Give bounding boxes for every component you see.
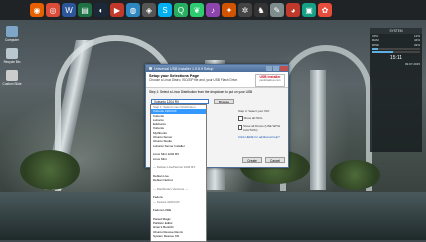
step1-label: Step 1: Select a Linux Distribution from…: [149, 90, 253, 94]
browse-button[interactable]: Browse: [214, 99, 234, 104]
desktop-icon[interactable]: Recycle Bin: [1, 48, 23, 64]
app-icon: [149, 67, 152, 70]
tools-icon[interactable]: ✎: [270, 3, 284, 17]
distro-dropdown-list[interactable]: Step 1: Select Linux Distribution Xubuntu…: [150, 104, 207, 242]
desktop-icon[interactable]: Computer: [1, 26, 23, 42]
desktop-icon-label: Computer: [5, 38, 19, 42]
steam-icon[interactable]: ◐: [94, 3, 108, 17]
app-icon[interactable]: ◈: [142, 3, 156, 17]
cb1-label: Show all ISOs: [243, 116, 263, 121]
show-all-drives-checkbox[interactable]: Show all Drives (USE WITH CAUTION): [238, 124, 284, 132]
window-titlebar[interactable]: Universal USB Installer 1.9.5.9 Setup: [146, 65, 288, 72]
desktop-icon-label: Custom Slide: [2, 82, 22, 86]
skype-icon[interactable]: S: [158, 3, 172, 17]
desktop-icon[interactable]: Custom Slide: [1, 70, 23, 86]
word-icon[interactable]: W: [62, 3, 76, 17]
cancel-button[interactable]: Cancel: [265, 157, 285, 163]
usb-installer-logo: USB Installer pendrivelinux.com: [255, 74, 285, 87]
quick-icon[interactable]: Q: [174, 3, 188, 17]
chrome-icon[interactable]: ◎: [46, 3, 60, 17]
create-button[interactable]: Create: [242, 157, 262, 163]
distro-list-item[interactable]: System Rescue CD: [151, 234, 206, 238]
window-header: Setup your Selections Page Choose a Linu…: [146, 72, 288, 88]
gadget-row-label: DISK: [372, 42, 380, 47]
desktop-icon-glyph: [6, 26, 18, 37]
ram-bar: [372, 51, 420, 54]
window-title: Universal USB Installer 1.9.5.9 Setup: [154, 66, 214, 71]
options-panel: Step 2: Select your ISO Show all ISOs Sh…: [238, 109, 284, 132]
minimize-button[interactable]: [266, 66, 272, 71]
paint-icon[interactable]: ✿: [318, 3, 332, 17]
logo-subtext: pendrivelinux.com: [259, 79, 281, 82]
taskbar: ◉ ◎ W ▤ ◐ ▶ ◍ ◈ S Q ❦ ♪ ✦ ✲ ♞ ✎ ◕ ▣ ✿: [0, 0, 426, 20]
media-icon[interactable]: ▶: [110, 3, 124, 17]
music-icon[interactable]: ♪: [206, 3, 220, 17]
apps-icon[interactable]: ✦: [222, 3, 236, 17]
help-link[interactable]: Click HERE for additional help?: [238, 135, 280, 139]
gadget-date: 09.07.2015: [404, 62, 420, 67]
linux-icon[interactable]: ♞: [254, 3, 268, 17]
desktop-icon-glyph: [6, 70, 18, 81]
cb2-label: Show all Drives (USE WITH CAUTION): [242, 123, 281, 132]
browser-icon[interactable]: ◕: [286, 3, 300, 17]
photo-icon[interactable]: ▣: [302, 3, 316, 17]
show-all-isos-checkbox[interactable]: Show all ISOs: [238, 116, 284, 121]
close-button[interactable]: [280, 66, 288, 71]
desktop-icon-glyph: [6, 48, 18, 59]
settings-icon[interactable]: ✲: [238, 3, 252, 17]
gadget-row: DISK 32%: [370, 43, 422, 47]
maximize-button[interactable]: [273, 66, 279, 71]
gadget-row-value: 32%: [413, 42, 420, 47]
firefox-icon[interactable]: ◉: [30, 3, 44, 17]
step2-label: Step 2: Select your ISO: [238, 109, 270, 113]
globe-icon[interactable]: ◍: [126, 3, 140, 17]
gadget-time: 15:11: [389, 55, 403, 62]
cpu-bar: [372, 48, 420, 51]
excel-icon[interactable]: ▤: [78, 3, 92, 17]
desktop-icon-label: Recycle Bin: [3, 60, 21, 64]
leaf-icon[interactable]: ❦: [190, 3, 204, 17]
gadget-date-row: 09.07.2015: [370, 62, 422, 66]
system-monitor-gadget: SYSTEM CPU 12% RAM 44% DISK 32% 15:11 09.07.2…: [370, 28, 422, 152]
